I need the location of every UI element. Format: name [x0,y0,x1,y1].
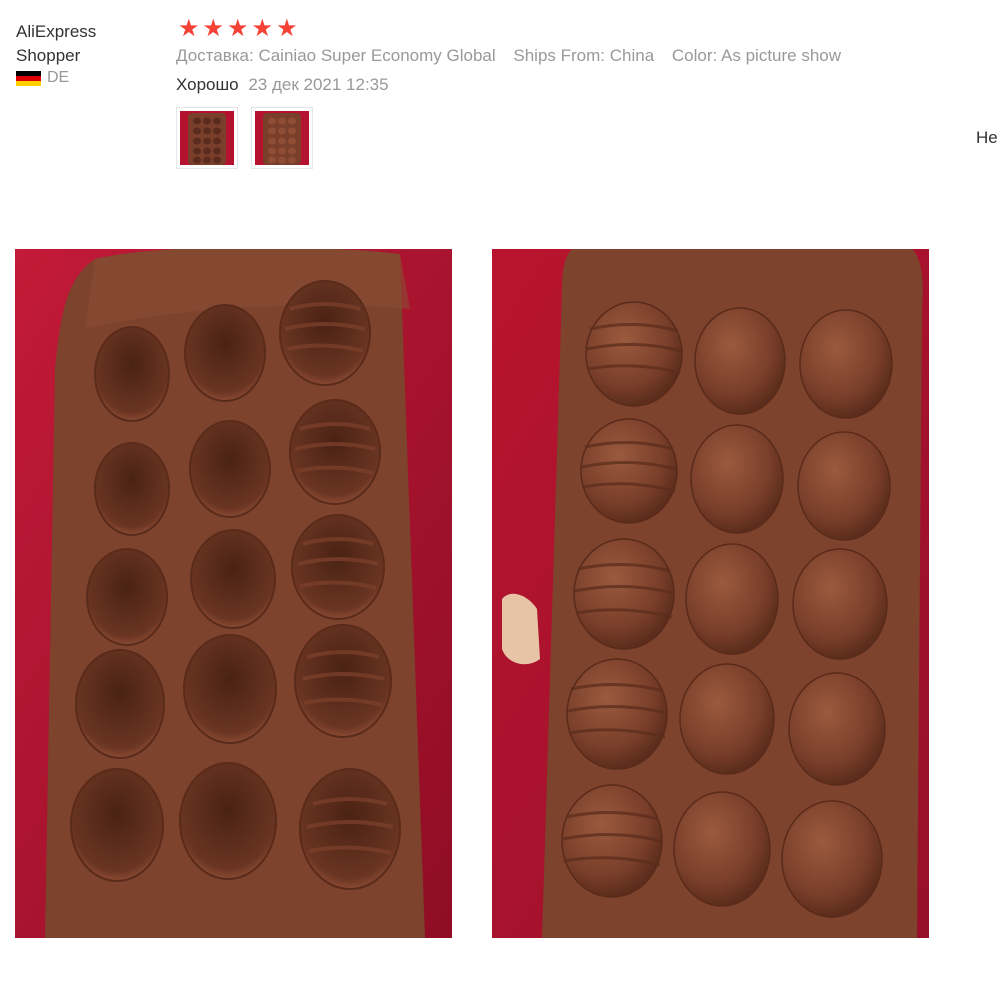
star-icon: ★ [202,15,225,42]
review-thumbnails [176,107,313,169]
review-text: Хорошо [176,75,239,94]
star-icon: ★ [276,15,298,42]
shipping-method: Доставка: Cainiao Super Economy Global [176,46,496,65]
reviewer-info: AliExpress Shopper DE [16,20,126,88]
star-rating: ★ ★ ★ ★ ★ [178,16,298,42]
germany-flag-icon [16,70,41,86]
star-icon: ★ [178,15,200,42]
star-icon: ★ [251,15,274,42]
review-photo-2[interactable] [492,249,929,938]
reviewer-name: AliExpress Shopper [16,22,97,65]
helpful-label[interactable]: Не [976,128,998,148]
product-color: Color: As picture show [671,46,842,65]
ships-from: Ships From: China [513,46,655,65]
star-icon: ★ [227,15,249,42]
review-content: Хорошо 23 дек 2021 12:35 [176,75,389,95]
review-photo-1[interactable] [15,249,452,938]
review-photo-2-thumbnail[interactable] [251,107,313,169]
review-photo-1-thumbnail[interactable] [176,107,238,169]
review-date: 23 дек 2021 12:35 [248,75,389,94]
reviewer-country: DE [16,68,126,88]
order-info: Доставка: Cainiao Super Economy Global S… [176,46,854,66]
country-code: DE [47,69,70,86]
